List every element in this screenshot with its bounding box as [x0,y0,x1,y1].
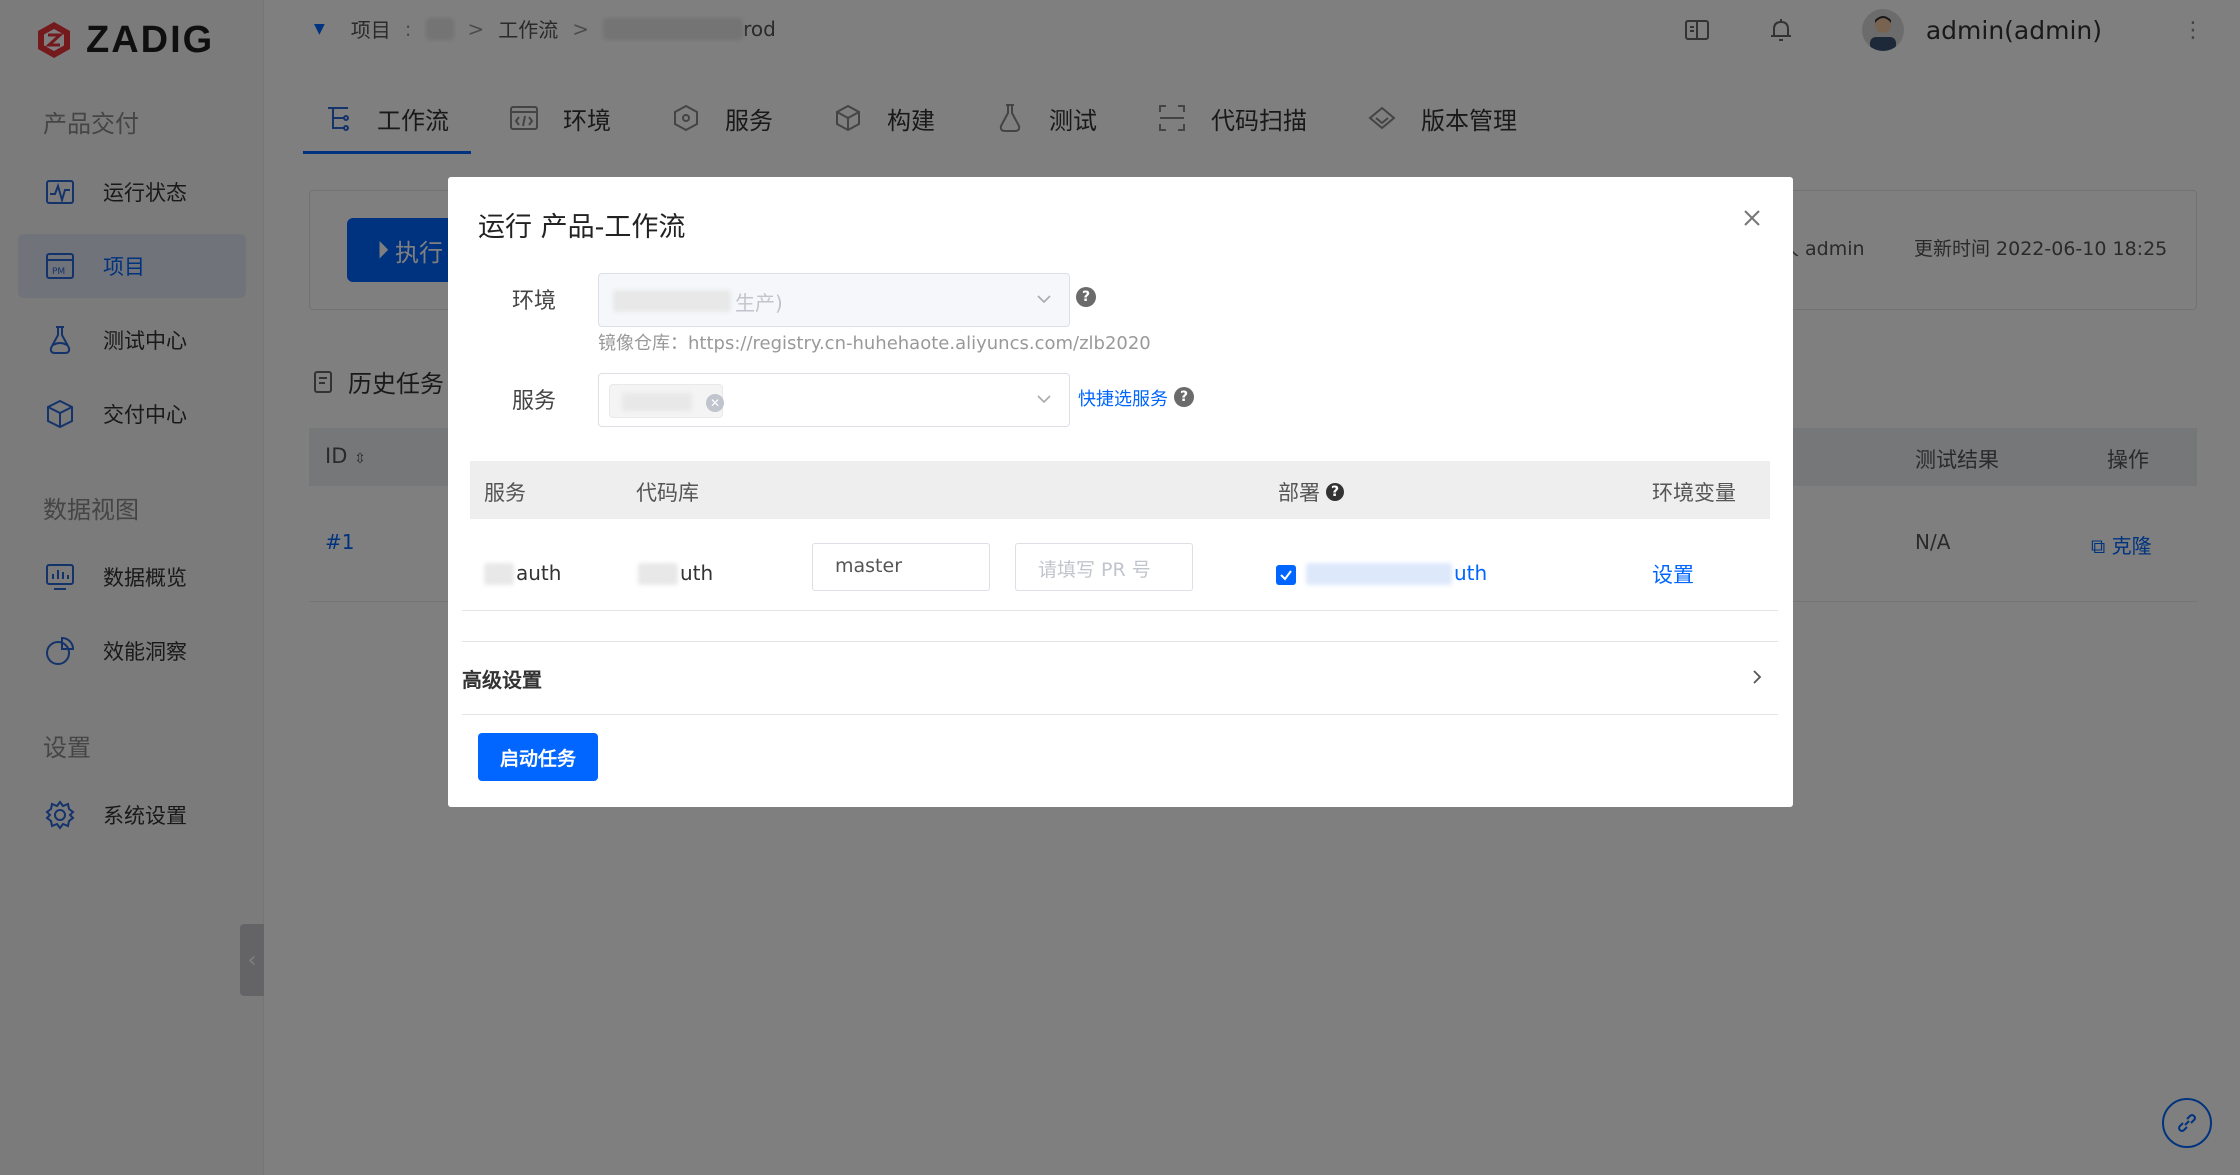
advanced-settings-toggle[interactable]: 高级设置 [462,641,1778,715]
help-icon[interactable]: ? [1174,387,1194,407]
column-deploy: 部署 ? [1278,477,1344,507]
redacted-service-prefix [484,563,514,585]
start-task-button[interactable]: 启动任务 [478,733,598,781]
env-label: 环境 [512,289,557,314]
redacted-deploy-target [1306,563,1452,585]
redacted-env-name [613,290,731,312]
chevron-down-icon [1037,295,1051,304]
deploy-target-link[interactable]: uth [1454,561,1487,585]
branch-input[interactable]: master [812,543,990,591]
env-select[interactable]: 生产) [598,273,1070,327]
pr-number-input[interactable]: 请填写 PR 号 [1015,543,1193,591]
service-label: 服务 [512,389,557,414]
registry-hint: 镜像仓库：https://registry.cn-huhehaote.aliyu… [598,333,1151,354]
redacted-service-tag [622,393,692,411]
service-multiselect[interactable]: ✕ [598,373,1070,427]
close-icon[interactable] [1739,205,1765,231]
chevron-down-icon [1037,395,1051,404]
chevron-right-icon [1753,670,1762,684]
env-select-value: 生产) [735,291,783,315]
help-icon[interactable]: ? [1326,483,1344,501]
tag-close-icon[interactable]: ✕ [706,394,724,412]
table-row: auth uth master 请填写 PR 号 uth 设置 [462,519,1778,611]
service-table-header: 服务 代码库 部署 ? 环境变量 [470,461,1770,519]
advanced-settings-label: 高级设置 [462,668,542,692]
dialog-title: 运行 产品-工作流 [478,212,686,243]
deploy-checkbox[interactable] [1276,565,1296,585]
column-env-vars: 环境变量 [1652,481,1736,505]
column-repo: 代码库 [636,481,699,505]
column-service: 服务 [484,481,526,505]
check-icon [1280,570,1292,581]
repo-name: uth [680,561,714,585]
service-name: auth [516,561,562,585]
run-workflow-dialog: 运行 产品-工作流 环境 生产) ? 镜像仓库：https://registry… [448,177,1793,807]
env-vars-settings-link[interactable]: 设置 [1652,559,1694,589]
help-icon[interactable]: ? [1076,287,1096,307]
service-tag: ✕ [609,384,724,418]
quick-select-service-link[interactable]: 快捷选服务 [1078,385,1168,411]
column-deploy-label: 部署 [1278,481,1320,505]
redacted-repo-prefix [638,563,678,585]
